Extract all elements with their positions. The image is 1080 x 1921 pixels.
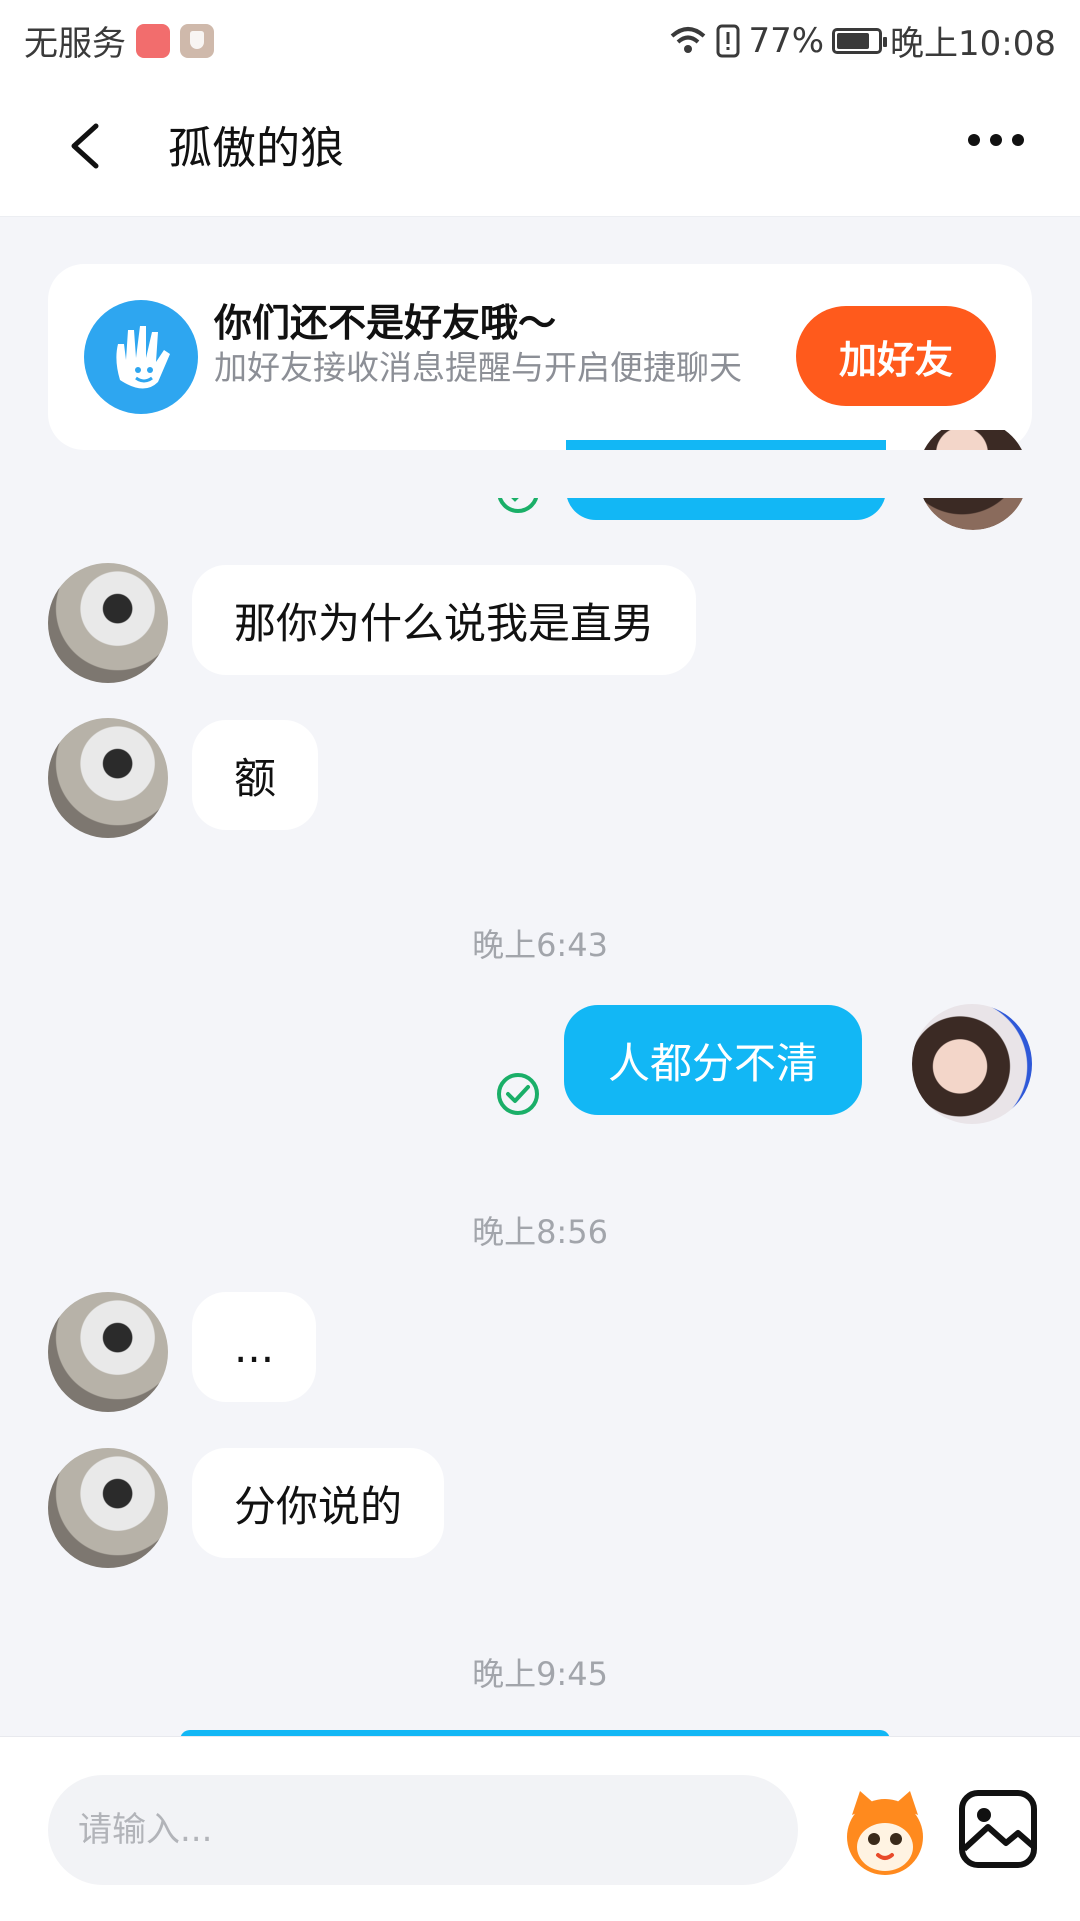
banner-gap bbox=[0, 450, 1080, 498]
message-bubble-in[interactable]: 额 bbox=[192, 720, 319, 830]
battery-icon bbox=[832, 27, 888, 54]
chat-title: 孤傲的狼 bbox=[168, 123, 344, 174]
message-input[interactable] bbox=[48, 1775, 798, 1885]
battery-percent: 77% bbox=[748, 20, 825, 61]
contact-avatar[interactable] bbox=[48, 1292, 168, 1412]
message-timestamp: 晚上9:45 bbox=[472, 1655, 608, 1693]
contact-avatar[interactable] bbox=[48, 718, 168, 838]
read-check-icon bbox=[497, 1073, 539, 1115]
chat-header: 孤傲的狼 bbox=[0, 76, 1080, 217]
huawei-store-icon bbox=[136, 23, 170, 58]
message-bubble-in[interactable]: 那你为什么说我是直男 bbox=[192, 565, 697, 675]
banner-title: 你们还不是好友哦～ bbox=[214, 301, 557, 345]
more-dots-icon[interactable] bbox=[968, 134, 1024, 146]
back-arrow-icon[interactable] bbox=[60, 118, 116, 174]
add-friend-banner: 你们还不是好友哦～ 加好友接收消息提醒与开启便捷聊天 加好友 bbox=[48, 264, 1032, 450]
contact-avatar[interactable] bbox=[48, 1448, 168, 1568]
message-timestamp: 晚上6:43 bbox=[472, 926, 608, 964]
self-avatar[interactable] bbox=[912, 1004, 1032, 1124]
contact-avatar[interactable] bbox=[48, 563, 168, 683]
clock: 晚上10:08 bbox=[890, 24, 1056, 64]
carrier-text: 无服务 bbox=[24, 24, 126, 64]
shield-app-icon bbox=[180, 23, 214, 58]
add-friend-button[interactable]: 加好友 bbox=[796, 306, 996, 406]
status-bar: 无服务 77% 晚上10:08 bbox=[0, 0, 1080, 76]
status-left: 无服务 bbox=[24, 16, 214, 65]
message-bubble-in[interactable]: 分你说的 bbox=[192, 1448, 445, 1558]
wifi-icon bbox=[671, 26, 706, 53]
message-bubble-out[interactable]: 人都分不清 bbox=[564, 1005, 863, 1115]
banner-subtitle: 加好友接收消息提醒与开启便捷聊天 bbox=[214, 348, 742, 387]
message-timestamp: 晚上8:56 bbox=[472, 1213, 608, 1251]
wave-hand-icon bbox=[84, 300, 198, 414]
status-right: 77% 晚上10:08 bbox=[668, 16, 1056, 65]
image-icon[interactable] bbox=[956, 1787, 1040, 1871]
message-bubble-in[interactable]: ... bbox=[192, 1292, 317, 1402]
emoji-icon[interactable] bbox=[830, 1775, 940, 1885]
alert-icon bbox=[716, 24, 740, 57]
input-bar bbox=[0, 1736, 1080, 1921]
